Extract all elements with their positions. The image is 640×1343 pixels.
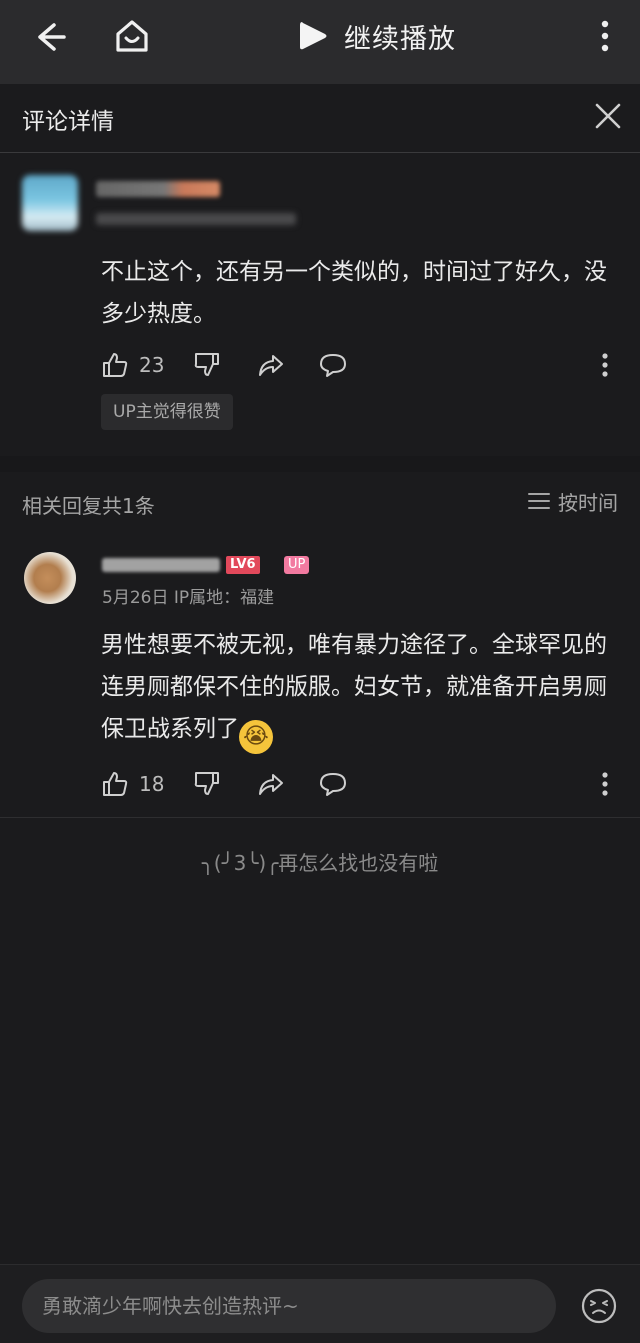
sort-label: 按时间 <box>558 490 618 515</box>
chat-bubble-icon <box>320 773 346 796</box>
emoji-face-icon[interactable] <box>580 1287 618 1325</box>
list-sort-icon <box>528 493 550 509</box>
like-button[interactable]: 18 <box>101 768 164 800</box>
level-badge: LV6 <box>226 556 260 574</box>
dislike-button[interactable] <box>193 349 221 381</box>
username-blurred[interactable] <box>102 558 220 572</box>
thumbs-down-icon <box>194 353 219 376</box>
like-count: 23 <box>139 353 165 377</box>
back-arrow-icon[interactable] <box>30 17 70 57</box>
like-button[interactable]: 23 <box>101 349 164 381</box>
thumbs-down-icon <box>194 772 219 795</box>
more-vertical-icon <box>602 772 608 796</box>
more-vertical-icon <box>602 353 608 377</box>
comment-text: 不止这个，还有另一个类似的，时间过了好久，没多少热度。 <box>101 259 607 327</box>
comment-meta-blurred <box>96 213 296 225</box>
username-blurred[interactable] <box>96 181 220 197</box>
up-liked-badge: UP主觉得很赞 <box>101 394 233 430</box>
thumbs-up-icon <box>103 772 128 796</box>
comment-actions: 23 <box>101 349 621 381</box>
like-count: 18 <box>139 772 165 796</box>
comment-detail-header: 评论详情 <box>0 84 640 153</box>
replies-section: 相关回复共1条 按时间 LV6 UP 5月26日 IP属地：福建 男性想要不被无… <box>0 472 640 1342</box>
comment-input-bar: 勇敢滴少年啊快去创造热评~ <box>0 1264 640 1343</box>
avatar[interactable] <box>24 552 76 604</box>
reply-actions: 18 <box>101 768 621 800</box>
comment-more-button[interactable] <box>595 349 615 381</box>
end-of-list-note: ╮(╯3╰)╭再怎么找也没有啦 <box>201 851 439 875</box>
reply-count-label: 相关回复共1条 <box>22 494 155 518</box>
share-button[interactable] <box>257 349 285 381</box>
close-icon[interactable] <box>592 100 624 132</box>
divider <box>0 817 640 818</box>
continue-playing-label: 继续播放 <box>344 23 456 55</box>
share-icon <box>259 774 283 795</box>
share-button[interactable] <box>257 768 285 800</box>
home-icon[interactable] <box>110 14 154 58</box>
reply-meta: 5月26日 IP属地：福建 <box>102 588 275 608</box>
top-bar: 继续播放 <box>0 0 640 84</box>
chat-bubble-icon <box>320 354 346 377</box>
up-tag: UP <box>284 556 310 574</box>
reply-button[interactable] <box>319 768 347 800</box>
thumbs-up-icon <box>103 353 128 377</box>
page-title: 评论详情 <box>22 109 114 135</box>
play-icon <box>300 22 327 50</box>
share-icon <box>259 355 283 376</box>
sort-by-time-button[interactable]: 按时间 <box>528 486 618 516</box>
reply-text-body: 男性想要不被无视，唯有暴力途径了。全球罕见的连男厕都保不住的版服。妇女节，就准备… <box>101 632 607 742</box>
more-vertical-icon[interactable] <box>592 16 618 56</box>
comment-more-button[interactable] <box>595 768 615 800</box>
reply-text: 男性想要不被无视，唯有暴力途径了。全球罕见的连男厕都保不住的版服。妇女节，就准备… <box>101 624 629 754</box>
comment-input[interactable]: 勇敢滴少年啊快去创造热评~ <box>22 1279 556 1333</box>
avatar[interactable] <box>22 175 78 231</box>
reply-button[interactable] <box>319 349 347 381</box>
continue-playing-button[interactable]: 继续播放 <box>296 16 456 56</box>
main-comment: 不止这个，还有另一个类似的，时间过了好久，没多少热度。 23 UP主觉得很赞 <box>0 153 640 456</box>
crying-emoji-icon: 😭 <box>239 720 273 754</box>
dislike-button[interactable] <box>193 768 221 800</box>
